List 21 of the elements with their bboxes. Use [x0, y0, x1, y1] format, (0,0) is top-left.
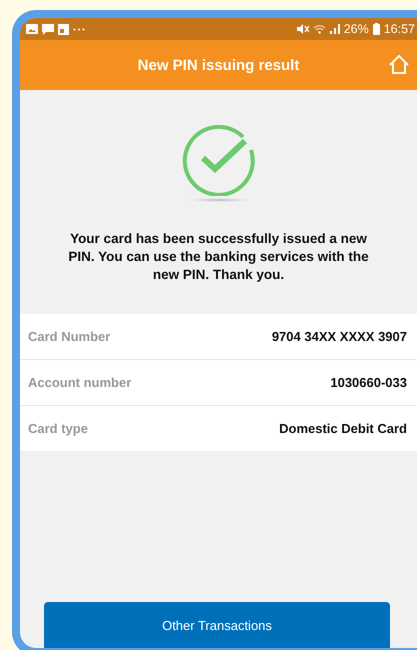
detail-label: Account number: [28, 375, 132, 390]
detail-value: 9704 34XX XXXX 3907: [272, 329, 407, 344]
signal-icon: [330, 24, 340, 34]
status-time: 16:57: [384, 22, 415, 36]
detail-label: Card Number: [28, 329, 110, 344]
wifi-icon: [312, 24, 326, 34]
detail-value: 1030660-033: [330, 375, 407, 390]
picture-icon: [26, 24, 38, 34]
battery-percent: 26%: [344, 22, 369, 36]
other-transactions-button[interactable]: Other Transactions: [44, 602, 390, 648]
battery-icon: [372, 23, 380, 35]
mute-icon: [296, 24, 309, 34]
success-check-icon: [180, 124, 256, 196]
detail-label: Card type: [28, 421, 88, 436]
message-icon: [42, 24, 54, 34]
header-title: New PIN issuing result: [138, 56, 300, 74]
success-message: Your card has been successfully issued a new PIN. You can use the banking services with the new PIN. Thank you.: [67, 230, 370, 284]
detail-value: Domestic Debit Card: [279, 421, 407, 436]
home-button[interactable]: [387, 53, 411, 77]
more-icon: [73, 28, 85, 30]
app-icon: [58, 24, 69, 34]
